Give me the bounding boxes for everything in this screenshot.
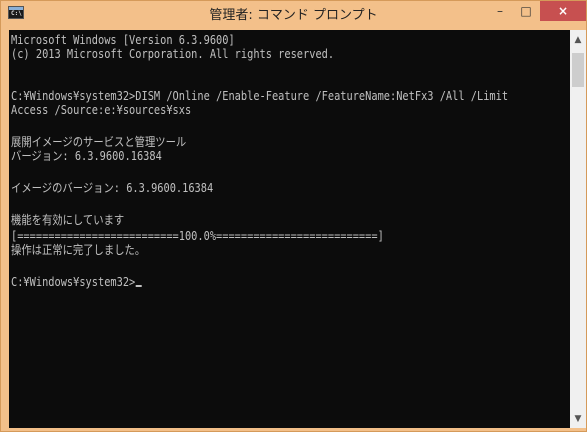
scroll-down-arrow-icon[interactable]: ▼: [570, 411, 586, 427]
minimize-button[interactable]: –: [487, 1, 513, 21]
text-cursor: [135, 285, 142, 287]
close-button[interactable]: ×: [540, 1, 586, 21]
command-prompt-window: C:\ 管理者: コマンド プロンプト – □ × Microsoft Wind…: [0, 0, 587, 432]
scrollbar-thumb[interactable]: [572, 53, 584, 87]
prompt-text: C:¥Windows¥system32>: [11, 275, 136, 289]
console-line: 機能を有効にしています: [11, 213, 125, 227]
console-output[interactable]: Microsoft Windows [Version 6.3.9600] (c)…: [9, 30, 570, 428]
console-line: 操作は正常に完了しました。: [11, 243, 146, 257]
prompt-line[interactable]: C:¥Windows¥system32>: [11, 275, 142, 289]
console-line: イメージのバージョン: 6.3.9600.16384: [11, 181, 214, 195]
console-line: (c) 2013 Microsoft Corporation. All righ…: [11, 47, 335, 61]
console-line: 展開イメージのサービスと管理ツール: [11, 135, 187, 149]
console-line: C:¥Windows¥system32>DISM /Online /Enable…: [11, 89, 509, 103]
vertical-scrollbar[interactable]: ▲ ▼: [570, 30, 586, 428]
maximize-button[interactable]: □: [513, 1, 539, 21]
progress-line: [==========================100.0%=======…: [11, 229, 384, 243]
title-bar[interactable]: C:\ 管理者: コマンド プロンプト – □ ×: [1, 1, 586, 25]
console-line: バージョン: 6.3.9600.16384: [11, 149, 162, 163]
scroll-up-arrow-icon[interactable]: ▲: [570, 32, 586, 48]
console-line: Access /Source:e:¥sources¥sxs: [11, 103, 192, 117]
console-line: Microsoft Windows [Version 6.3.9600]: [11, 33, 235, 47]
